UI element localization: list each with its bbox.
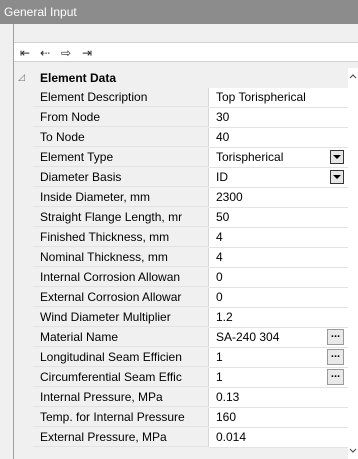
property-name: Straight Flange Length, mr bbox=[33, 208, 209, 227]
property-value[interactable]: 50 bbox=[209, 208, 348, 228]
property-row[interactable]: Circumferential Seam Effic 1... bbox=[33, 368, 348, 388]
property-name: External Pressure, MPa bbox=[33, 428, 209, 447]
property-value-text: 1 bbox=[216, 350, 223, 364]
dropdown-arrow-icon[interactable] bbox=[330, 170, 344, 184]
ellipsis-button[interactable]: ... bbox=[327, 349, 344, 365]
property-row[interactable]: To Node 40 bbox=[33, 128, 348, 148]
property-name: Temp. for Internal Pressure bbox=[33, 408, 209, 427]
property-value-text: 2300 bbox=[216, 190, 243, 204]
property-name: From Node bbox=[33, 108, 209, 127]
property-row[interactable]: Inside Diameter, mm 2300 bbox=[33, 188, 348, 208]
property-row[interactable]: Wind Diameter Multiplier 1.2 bbox=[33, 308, 348, 328]
property-value-text: 1.2 bbox=[216, 310, 233, 324]
scroll-down-icon[interactable] bbox=[348, 444, 358, 458]
window-title: General Input bbox=[0, 0, 358, 24]
property-row[interactable]: Nominal Thickness, mm 4 bbox=[33, 248, 348, 268]
category-label: Element Data bbox=[33, 68, 348, 88]
property-row[interactable]: External Corrosion Allowar 0 bbox=[33, 288, 348, 308]
property-name: Inside Diameter, mm bbox=[33, 188, 209, 207]
property-value[interactable]: 1... bbox=[209, 368, 348, 388]
property-name: Internal Corrosion Allowan bbox=[33, 268, 209, 287]
property-row[interactable]: Finished Thickness, mm 4 bbox=[33, 228, 348, 248]
navigation-toolbar: ⇤ ⇠ ⇨ ⇥ bbox=[14, 42, 358, 62]
property-value[interactable]: 0 bbox=[209, 288, 348, 308]
first-icon[interactable]: ⇤ bbox=[16, 44, 34, 61]
property-value[interactable]: ID bbox=[209, 168, 348, 188]
property-row[interactable]: Material Name SA-240 304... bbox=[33, 328, 348, 348]
property-value[interactable]: 0.014 bbox=[209, 428, 348, 448]
property-value[interactable]: 30 bbox=[209, 108, 348, 128]
property-name: Internal Pressure, MPa bbox=[33, 388, 209, 407]
property-frame: ⇤ ⇠ ⇨ ⇥ Element Data ◿ Element Descripti… bbox=[0, 24, 358, 459]
property-grid: Element Data ◿ Element Description Top To… bbox=[14, 68, 358, 459]
prev-icon[interactable]: ⇠ bbox=[36, 44, 54, 61]
property-value-text: 4 bbox=[216, 230, 223, 244]
dropdown-arrow-icon[interactable] bbox=[330, 150, 344, 164]
property-value[interactable]: 0.13 bbox=[209, 388, 348, 408]
last-icon[interactable]: ⇥ bbox=[78, 44, 96, 61]
property-name: To Node bbox=[33, 128, 209, 147]
property-value-text: 0 bbox=[216, 270, 223, 284]
property-row[interactable]: Diameter Basis ID bbox=[33, 168, 348, 188]
next-icon[interactable]: ⇨ bbox=[57, 44, 75, 61]
property-row[interactable]: Temp. for Internal Pressure 160 bbox=[33, 408, 348, 428]
property-value-text: SA-240 304 bbox=[216, 330, 280, 344]
property-value-text: 40 bbox=[216, 130, 230, 144]
property-row[interactable]: From Node 30 bbox=[33, 108, 348, 128]
property-row[interactable]: Element Type Torispherical bbox=[33, 148, 348, 168]
property-row[interactable]: External Pressure, MPa 0.014 bbox=[33, 428, 348, 448]
property-value-text: Top Torispherical bbox=[216, 90, 306, 104]
property-value-text: Torispherical bbox=[216, 150, 284, 164]
property-value-text: 4 bbox=[216, 250, 223, 264]
property-value-text: 50 bbox=[216, 210, 230, 224]
property-row[interactable]: Longitudinal Seam Efficien 1... bbox=[33, 348, 348, 368]
category-element-data[interactable]: Element Data ◿ bbox=[18, 68, 348, 88]
property-value[interactable]: 1... bbox=[209, 348, 348, 368]
property-name: Material Name bbox=[33, 328, 209, 347]
property-value-text: 0.014 bbox=[216, 430, 247, 444]
property-row[interactable]: Element Description Top Torispherical bbox=[33, 88, 348, 108]
property-value[interactable]: 40 bbox=[209, 128, 348, 148]
property-value[interactable]: 160 bbox=[209, 408, 348, 428]
property-value-text: 1 bbox=[216, 370, 223, 384]
property-value[interactable]: SA-240 304... bbox=[209, 328, 348, 348]
property-value[interactable]: 0 bbox=[209, 268, 348, 288]
grid-gutter bbox=[14, 68, 33, 459]
property-value[interactable]: 4 bbox=[209, 248, 348, 268]
ellipsis-button[interactable]: ... bbox=[327, 369, 344, 385]
property-value-text: ID bbox=[216, 170, 228, 184]
property-row[interactable]: Straight Flange Length, mr 50 bbox=[33, 208, 348, 228]
ellipsis-button[interactable]: ... bbox=[327, 329, 344, 345]
property-value-text: 30 bbox=[216, 110, 230, 124]
property-name: External Corrosion Allowar bbox=[33, 288, 209, 307]
scroll-thumb[interactable] bbox=[350, 84, 356, 384]
scroll-up-icon[interactable] bbox=[348, 69, 358, 83]
vertical-scrollbar[interactable] bbox=[348, 68, 358, 459]
property-row[interactable]: Internal Pressure, MPa 0.13 bbox=[33, 388, 348, 408]
property-value[interactable]: 2300 bbox=[209, 188, 348, 208]
property-row[interactable]: Internal Corrosion Allowan 0 bbox=[33, 268, 348, 288]
property-value-text: 160 bbox=[216, 410, 237, 424]
property-name: Element Type bbox=[33, 148, 209, 167]
property-name: Diameter Basis bbox=[33, 168, 209, 187]
property-value-text: 0.13 bbox=[216, 390, 240, 404]
property-name: Nominal Thickness, mm bbox=[33, 248, 209, 267]
property-name: Finished Thickness, mm bbox=[33, 228, 209, 247]
collapse-icon[interactable]: ◿ bbox=[18, 71, 30, 85]
property-name: Circumferential Seam Effic bbox=[33, 368, 209, 387]
property-value[interactable]: 4 bbox=[209, 228, 348, 248]
property-name: Element Description bbox=[33, 88, 209, 107]
property-value-text: 0 bbox=[216, 290, 223, 304]
property-name: Longitudinal Seam Efficien bbox=[33, 348, 209, 367]
property-name: Wind Diameter Multiplier bbox=[33, 308, 209, 327]
property-value[interactable]: Top Torispherical bbox=[209, 88, 348, 108]
property-value[interactable]: Torispherical bbox=[209, 148, 348, 168]
property-value[interactable]: 1.2 bbox=[209, 308, 348, 328]
